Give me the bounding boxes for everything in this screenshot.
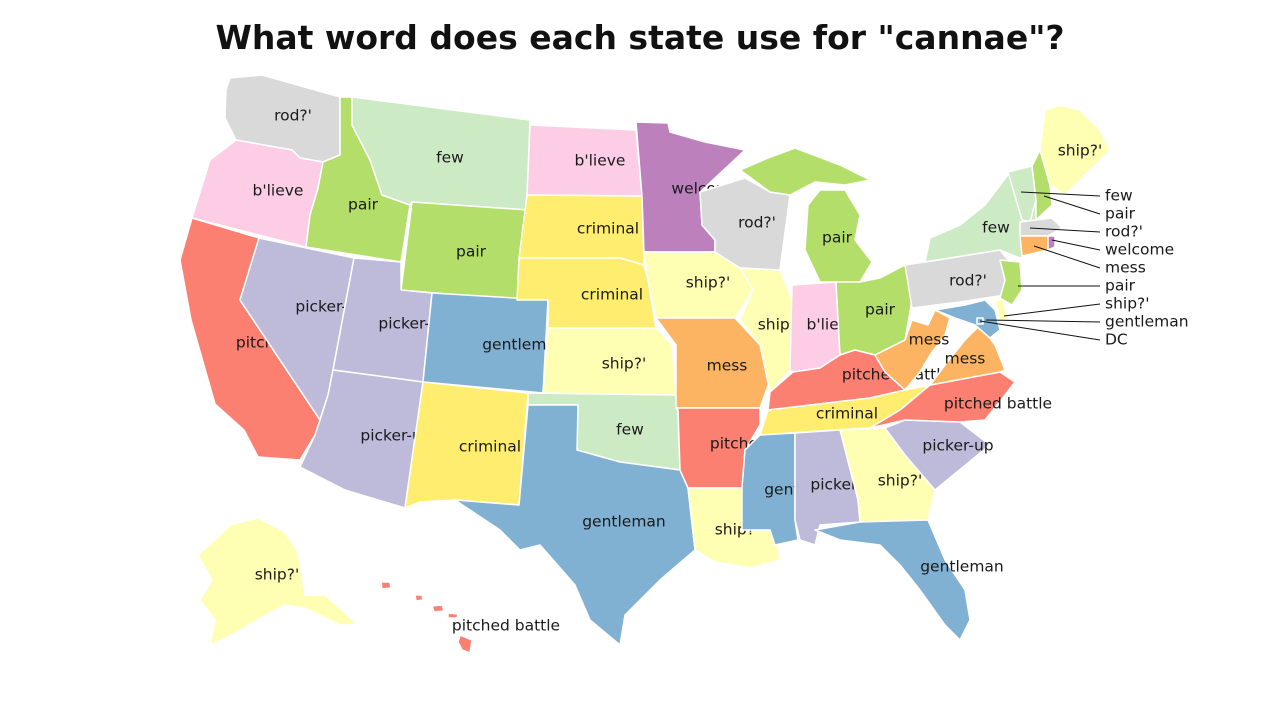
ne-label-nj: pair: [1105, 277, 1136, 295]
ne-label-de: ship?': [1105, 295, 1150, 313]
state-label-mo: mess: [707, 357, 748, 375]
state-label-nm: criminal: [459, 438, 521, 456]
state-fl[interactable]: gentleman: [814, 519, 1004, 641]
state-me[interactable]: ship?': [1039, 104, 1111, 196]
ne-label-md: gentleman: [1105, 313, 1189, 331]
state-label-ak: ship?': [255, 566, 300, 584]
state-nm[interactable]: criminal: [404, 381, 529, 509]
ne-label-ri: welcome: [1105, 241, 1174, 259]
state-label-oh: pair: [865, 301, 896, 319]
state-label-sc: picker-up: [922, 437, 993, 455]
state-label-ks: ship?': [602, 355, 647, 373]
state-label-me: ship?': [1058, 142, 1103, 160]
ne-label-ct: mess: [1105, 259, 1146, 277]
state-label-ga: ship?': [878, 472, 923, 490]
state-nd[interactable]: b'lieve: [526, 124, 643, 197]
state-label-ne: criminal: [581, 286, 643, 304]
state-label-tn: criminal: [816, 405, 878, 423]
state-wy[interactable]: pair: [400, 201, 528, 301]
state-label-ok: few: [616, 421, 644, 439]
state-label-id: pair: [348, 196, 379, 214]
state-label-or: b'lieve: [253, 182, 304, 200]
state-label-nc: pitched battle: [944, 395, 1052, 413]
state-ak[interactable]: ship?': [197, 517, 359, 646]
state-label-ia: ship?': [686, 274, 731, 292]
state-label-mi: pair: [822, 229, 853, 247]
ne-label-nh: pair: [1105, 205, 1136, 223]
state-label-mt: few: [436, 149, 464, 167]
ne-label-dc: DC: [1105, 331, 1128, 349]
state-label-nd: b'lieve: [575, 152, 626, 170]
state-label-wy: pair: [456, 243, 487, 261]
state-label-fl: gentleman: [920, 558, 1004, 576]
state-label-ny: few: [982, 219, 1010, 237]
state-ma[interactable]: [1019, 217, 1063, 237]
us-map: rod?' b'lieve pitched battle pair picker…: [179, 74, 1189, 654]
state-sd[interactable]: criminal: [518, 194, 645, 266]
ne-label-vt: few: [1105, 187, 1133, 205]
state-hi[interactable]: pitched battle: [380, 581, 560, 654]
state-label-tx: gentleman: [582, 513, 666, 531]
state-label-wi: rod?': [738, 214, 776, 232]
state-label-va: mess: [945, 350, 986, 368]
state-ri[interactable]: [1047, 235, 1056, 251]
state-label-sd: criminal: [577, 220, 639, 238]
state-label-hi: pitched battle: [452, 617, 560, 635]
state-label-wv: mess: [909, 331, 950, 349]
state-label-wa: rod?': [274, 107, 312, 125]
state-mi[interactable]: pair: [804, 189, 873, 283]
state-label-pa: rod?': [949, 272, 987, 290]
ne-label-ma: rod?': [1105, 223, 1143, 241]
state-ks[interactable]: ship?': [542, 327, 677, 396]
